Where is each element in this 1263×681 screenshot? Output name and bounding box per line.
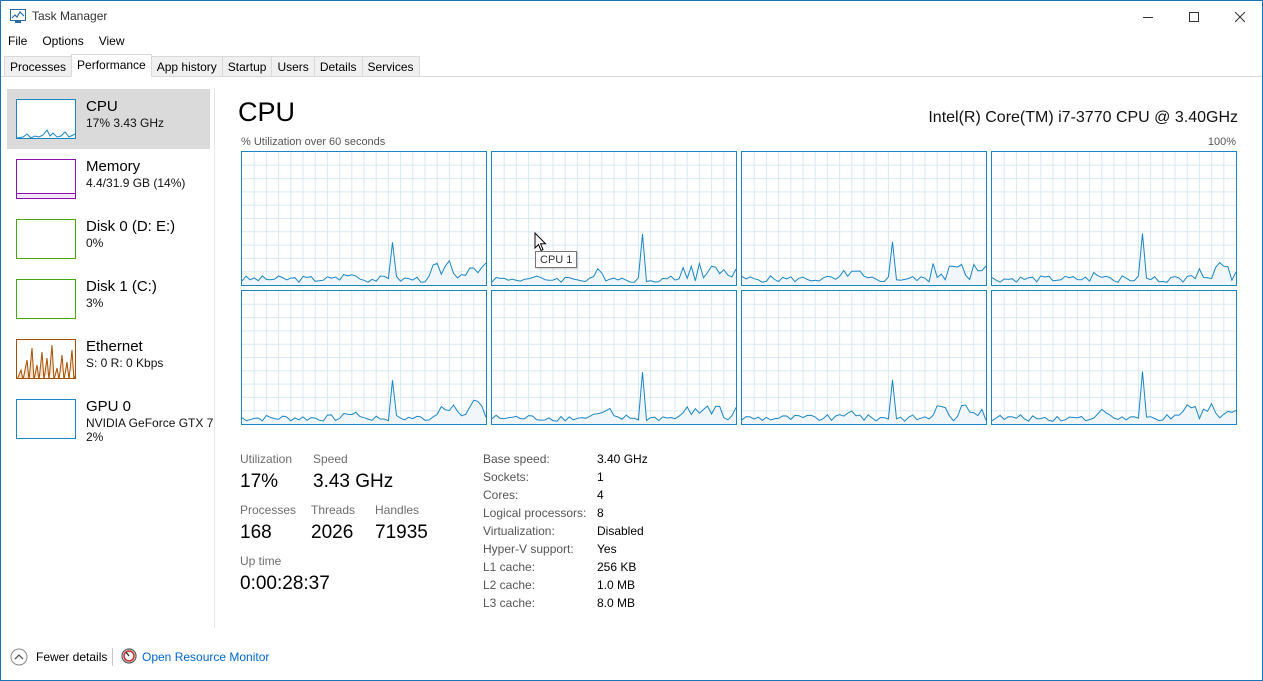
sidebar-item-label: CPU xyxy=(86,98,118,115)
sidebar-item-label: Ethernet xyxy=(86,338,143,355)
spec-value: 4 xyxy=(597,488,604,502)
gpu-thumbnail-graph xyxy=(16,399,76,439)
tab-performance[interactable]: Performance xyxy=(71,54,152,77)
sidebar-item-value: 0% xyxy=(86,236,104,250)
cpu-core-graph-2[interactable] xyxy=(741,151,987,286)
sidebar-item-ethernet[interactable]: Ethernet S: 0 R: 0 Kbps xyxy=(7,329,210,389)
task-manager-window: Task Manager File Options View Processes… xyxy=(0,0,1263,681)
tab-startup[interactable]: Startup xyxy=(221,56,272,77)
cpu-core-graph-0[interactable] xyxy=(241,151,487,286)
task-manager-app-icon xyxy=(10,9,26,23)
cpu-core-graph-5[interactable] xyxy=(491,290,737,425)
spec-value: 1 xyxy=(597,470,604,484)
sidebar-item-label: Memory xyxy=(86,158,141,175)
threads-value: 2026 xyxy=(311,522,354,543)
disk0-thumbnail-graph xyxy=(16,219,76,259)
sidebar-item-label: Disk 0 (D: E:) xyxy=(86,218,176,235)
resource-monitor-icon xyxy=(121,648,137,664)
logical-processor-graphs[interactable] xyxy=(241,151,1237,426)
spec-label: Sockets: xyxy=(483,470,530,484)
memory-thumbnail-graph xyxy=(16,159,76,199)
footer-separator xyxy=(112,648,113,666)
spec-label: Virtualization: xyxy=(483,524,555,538)
fewer-details-button[interactable]: Fewer details xyxy=(36,650,107,664)
spec-label: Base speed: xyxy=(483,452,550,466)
ethernet-thumbnail-graph xyxy=(16,339,76,379)
cpu-thumbnail-graph xyxy=(16,99,76,139)
maximize-icon xyxy=(1189,11,1199,22)
tab-strip: Processes Performance App history Startu… xyxy=(4,54,420,77)
tab-users[interactable]: Users xyxy=(271,56,314,77)
processes-label: Processes xyxy=(240,503,297,517)
uptime-value: 0:00:28:37 xyxy=(240,573,330,594)
sidebar-item-value: 4.4/31.9 GB (14%) xyxy=(86,176,186,190)
tab-processes[interactable]: Processes xyxy=(4,56,72,77)
sidebar-item-gpu0[interactable]: GPU 0 NVIDIA GeForce GTX 750 2% xyxy=(7,389,214,449)
cpu-core-graph-3[interactable] xyxy=(991,151,1237,286)
spec-value: 3.40 GHz xyxy=(597,452,648,466)
close-icon xyxy=(1235,11,1245,22)
spec-value: Yes xyxy=(597,542,617,556)
utilization-label: Utilization xyxy=(240,452,293,466)
spec-label: Logical processors: xyxy=(483,506,587,520)
menu-options[interactable]: Options xyxy=(35,32,91,52)
minimize-button[interactable] xyxy=(1125,1,1171,32)
cpu-model-name: Intel(R) Core(TM) i7-3770 CPU @ 3.40GHz xyxy=(928,109,1238,126)
sidebar-item-memory[interactable]: Memory 4.4/31.9 GB (14%) xyxy=(7,149,210,209)
open-resource-monitor-link[interactable]: Open Resource Monitor xyxy=(142,650,269,664)
disk1-thumbnail-graph xyxy=(16,279,76,319)
spec-value: 8.0 MB xyxy=(597,596,636,610)
cpu-core-graph-6[interactable] xyxy=(741,290,987,425)
handles-label: Handles xyxy=(375,503,420,517)
resource-sidebar: CPU 17% 3.43 GHz Memory 4.4/31.9 GB (14%… xyxy=(1,88,215,628)
sidebar-item-label: Disk 1 (C:) xyxy=(86,278,157,295)
tab-app-history[interactable]: App history xyxy=(151,56,222,77)
sidebar-item-value: 17% 3.43 GHz xyxy=(86,116,165,130)
cpu-core-graph-7[interactable] xyxy=(991,290,1237,425)
speed-value: 3.43 GHz xyxy=(313,471,394,492)
spec-label: L1 cache: xyxy=(483,560,536,574)
spec-value: 256 KB xyxy=(597,560,637,574)
processes-value: 168 xyxy=(240,522,272,543)
cpu-core-graph-1[interactable] xyxy=(491,151,737,286)
utilization-value: 17% xyxy=(240,471,279,492)
tab-details[interactable]: Details xyxy=(313,56,362,77)
cpu-core-graph-4[interactable] xyxy=(241,290,487,425)
sidebar-item-value: 3% xyxy=(86,296,104,310)
maximize-button[interactable] xyxy=(1171,1,1217,32)
close-button[interactable] xyxy=(1217,1,1263,32)
menu-file[interactable]: File xyxy=(1,32,35,52)
spec-label: L2 cache: xyxy=(483,578,536,592)
sidebar-item-value-2: 2% xyxy=(86,430,104,444)
sidebar-item-value: NVIDIA GeForce GTX 750 xyxy=(86,416,214,430)
sidebar-item-value: S: 0 R: 0 Kbps xyxy=(86,356,164,370)
graph-max-label: 100% xyxy=(1207,136,1236,148)
handles-value: 71935 xyxy=(375,522,428,543)
page-title: CPU xyxy=(238,97,296,127)
cpu-tooltip: CPU 1 xyxy=(535,251,578,268)
sidebar-item-disk0[interactable]: Disk 0 (D: E:) 0% xyxy=(7,209,210,269)
graph-caption: % Utilization over 60 seconds xyxy=(241,136,386,148)
sidebar-item-label: GPU 0 xyxy=(86,398,132,415)
title-bar: Task Manager xyxy=(1,1,1262,32)
sidebar-item-cpu[interactable]: CPU 17% 3.43 GHz xyxy=(7,89,210,149)
threads-label: Threads xyxy=(311,503,356,517)
spec-label: L3 cache: xyxy=(483,596,536,610)
chevron-up-circle-icon[interactable] xyxy=(10,648,28,666)
mouse-cursor-icon xyxy=(534,232,547,252)
minimize-icon xyxy=(1143,16,1153,18)
spec-value: 1.0 MB xyxy=(597,578,636,592)
spec-value: Disabled xyxy=(597,524,644,538)
uptime-label: Up time xyxy=(240,554,282,568)
spec-value: 8 xyxy=(597,506,604,520)
sidebar-item-disk1[interactable]: Disk 1 (C:) 3% xyxy=(7,269,210,329)
speed-label: Speed xyxy=(313,452,348,466)
spec-label: Hyper-V support: xyxy=(483,542,574,556)
spec-label: Cores: xyxy=(483,488,519,502)
menu-view[interactable]: View xyxy=(92,32,133,52)
menu-bar: File Options View xyxy=(1,32,133,52)
tab-services[interactable]: Services xyxy=(361,56,420,77)
window-title: Task Manager xyxy=(32,9,108,23)
